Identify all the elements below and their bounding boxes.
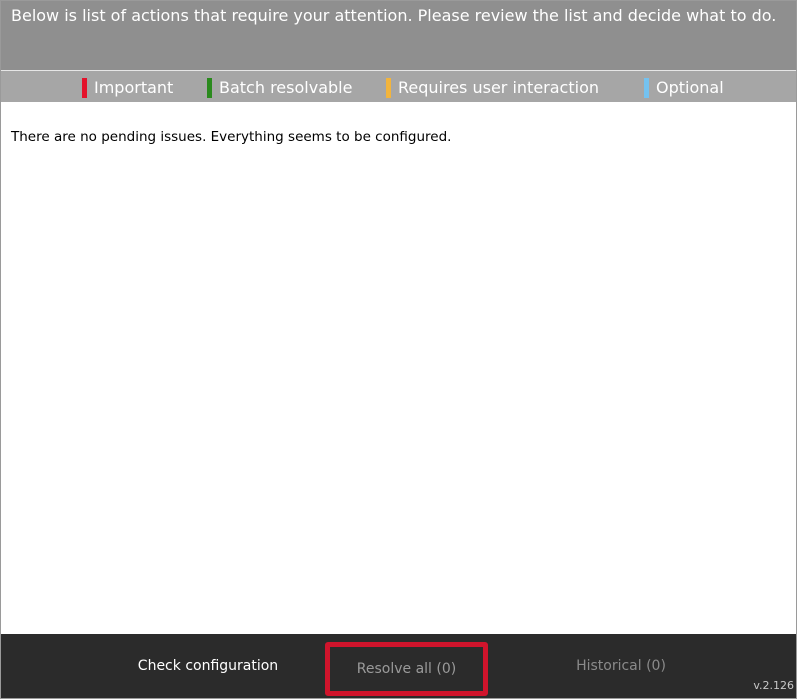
historical-button[interactable]: Historical (0) <box>521 634 721 698</box>
legend-item-requires-user-interaction: Requires user interaction <box>386 77 599 98</box>
legend-label-important: Important <box>94 77 174 97</box>
legend-label-optional: Optional <box>656 77 724 97</box>
legend-swatch-optional <box>644 77 649 98</box>
legend-item-important: Important <box>82 77 173 98</box>
footer-toolbar: Check configuration Resolve all (0) Hist… <box>1 634 796 698</box>
legend-item-optional: Optional <box>644 77 724 98</box>
legend-label-batch-resolvable: Batch resolvable <box>219 77 353 97</box>
version-label: v.2.126 <box>753 679 794 692</box>
attention-dialog: Below is list of actions that require yo… <box>0 0 797 699</box>
legend-swatch-requires-user-interaction <box>386 77 391 98</box>
legend-label-requires-user-interaction: Requires user interaction <box>398 77 599 97</box>
check-configuration-button[interactable]: Check configuration <box>93 634 323 698</box>
status-message: There are no pending issues. Everything … <box>11 129 452 145</box>
issues-list: There are no pending issues. Everything … <box>1 102 796 634</box>
legend-swatch-important <box>82 77 87 98</box>
header: Below is list of actions that require yo… <box>1 1 796 102</box>
legend-item-batch-resolvable: Batch resolvable <box>207 77 352 98</box>
legend-swatch-batch-resolvable <box>207 77 212 98</box>
resolve-all-button[interactable]: Resolve all (0) <box>325 642 488 696</box>
legend: Important Batch resolvable Requires user… <box>1 71 796 102</box>
header-message: Below is list of actions that require yo… <box>11 6 777 25</box>
